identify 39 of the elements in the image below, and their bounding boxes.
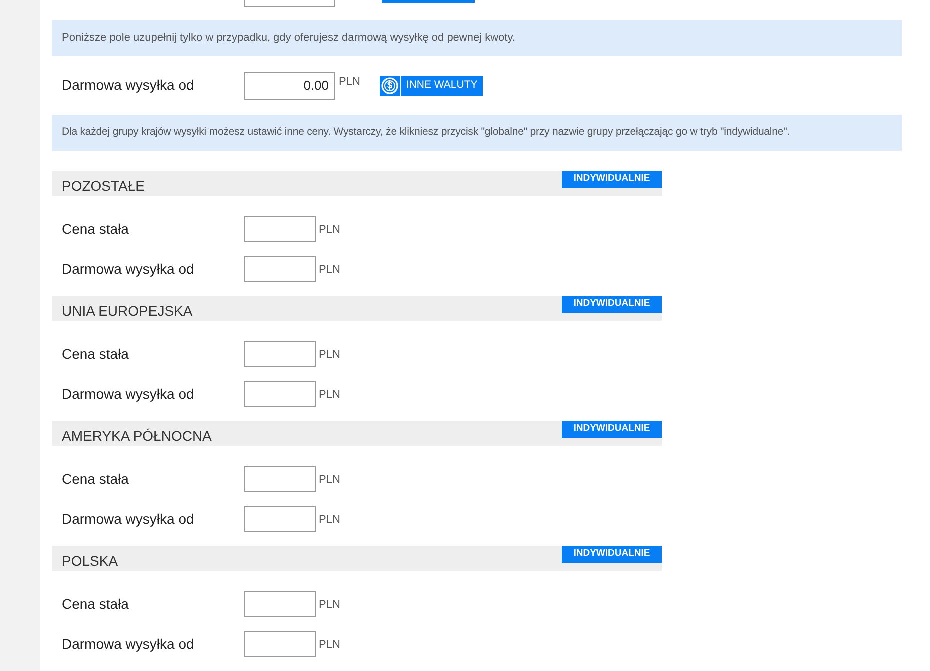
field-label: Cena stała [62, 220, 130, 239]
mode-toggle-button[interactable]: INDYWIDUALNIE [562, 546, 662, 564]
price-input[interactable] [244, 256, 316, 282]
currency-label: PLN [319, 388, 340, 404]
info-text: Poniższe pole uzupełnij tylko w przypadku, gdy oferujesz darmową wysyłkę od pewnej kwoty. [62, 30, 516, 46]
mode-toggle-button[interactable]: INDYWIDUALNIE [562, 171, 662, 188]
group-title: POLSKA [62, 552, 118, 572]
price-input[interactable] [244, 466, 316, 492]
price-input[interactable] [244, 631, 316, 658]
currency-label: PLN [339, 74, 360, 90]
field-label: Cena stała [62, 470, 130, 489]
field-label: Darmowa wysyłka od [62, 260, 196, 279]
currency-label: PLN [319, 263, 340, 278]
price-input[interactable] [244, 506, 316, 532]
currency-label: PLN [319, 223, 340, 238]
price-input[interactable] [244, 591, 316, 618]
currency-label: PLN [319, 473, 340, 488]
price-input[interactable] [244, 341, 316, 368]
field-label: Cena stała [62, 594, 130, 614]
field-label: Darmowa wysyłka od [62, 76, 196, 96]
field-label: Cena stała [62, 344, 130, 364]
input-field[interactable] [244, 0, 335, 7]
free-shipping-input[interactable]: 0.00 [244, 72, 335, 100]
field-label: Darmowa wysyłka od [62, 510, 196, 529]
mode-toggle-button[interactable]: INDYWIDUALNIE [562, 421, 662, 438]
price-input[interactable] [244, 381, 316, 408]
currency-label: PLN [319, 513, 340, 528]
currency-label: PLN [319, 638, 340, 654]
group-title: AMERYKA PÓŁNOCNA [62, 427, 212, 446]
currency-label: PLN [319, 598, 340, 614]
info-text: Dla każdej grupy krajów wysyłki możesz ustawić inne ceny. Wystarczy, że klikniesz przycisk "globalne" przy nazwie grupy przełączając go w tryb "indywidualne". [62, 125, 790, 140]
group-title: UNIA EUROPEJSKA [62, 302, 193, 322]
dollar-coin-icon [380, 76, 400, 96]
group-title: POZOSTAŁE [62, 177, 145, 196]
price-input[interactable] [244, 216, 316, 242]
currency-label: PLN [319, 348, 340, 364]
mode-toggle-button[interactable]: INDYWIDUALNIE [562, 296, 662, 314]
field-label: Darmowa wysyłka od [62, 634, 196, 654]
field-label: Darmowa wysyłka od [62, 384, 196, 404]
